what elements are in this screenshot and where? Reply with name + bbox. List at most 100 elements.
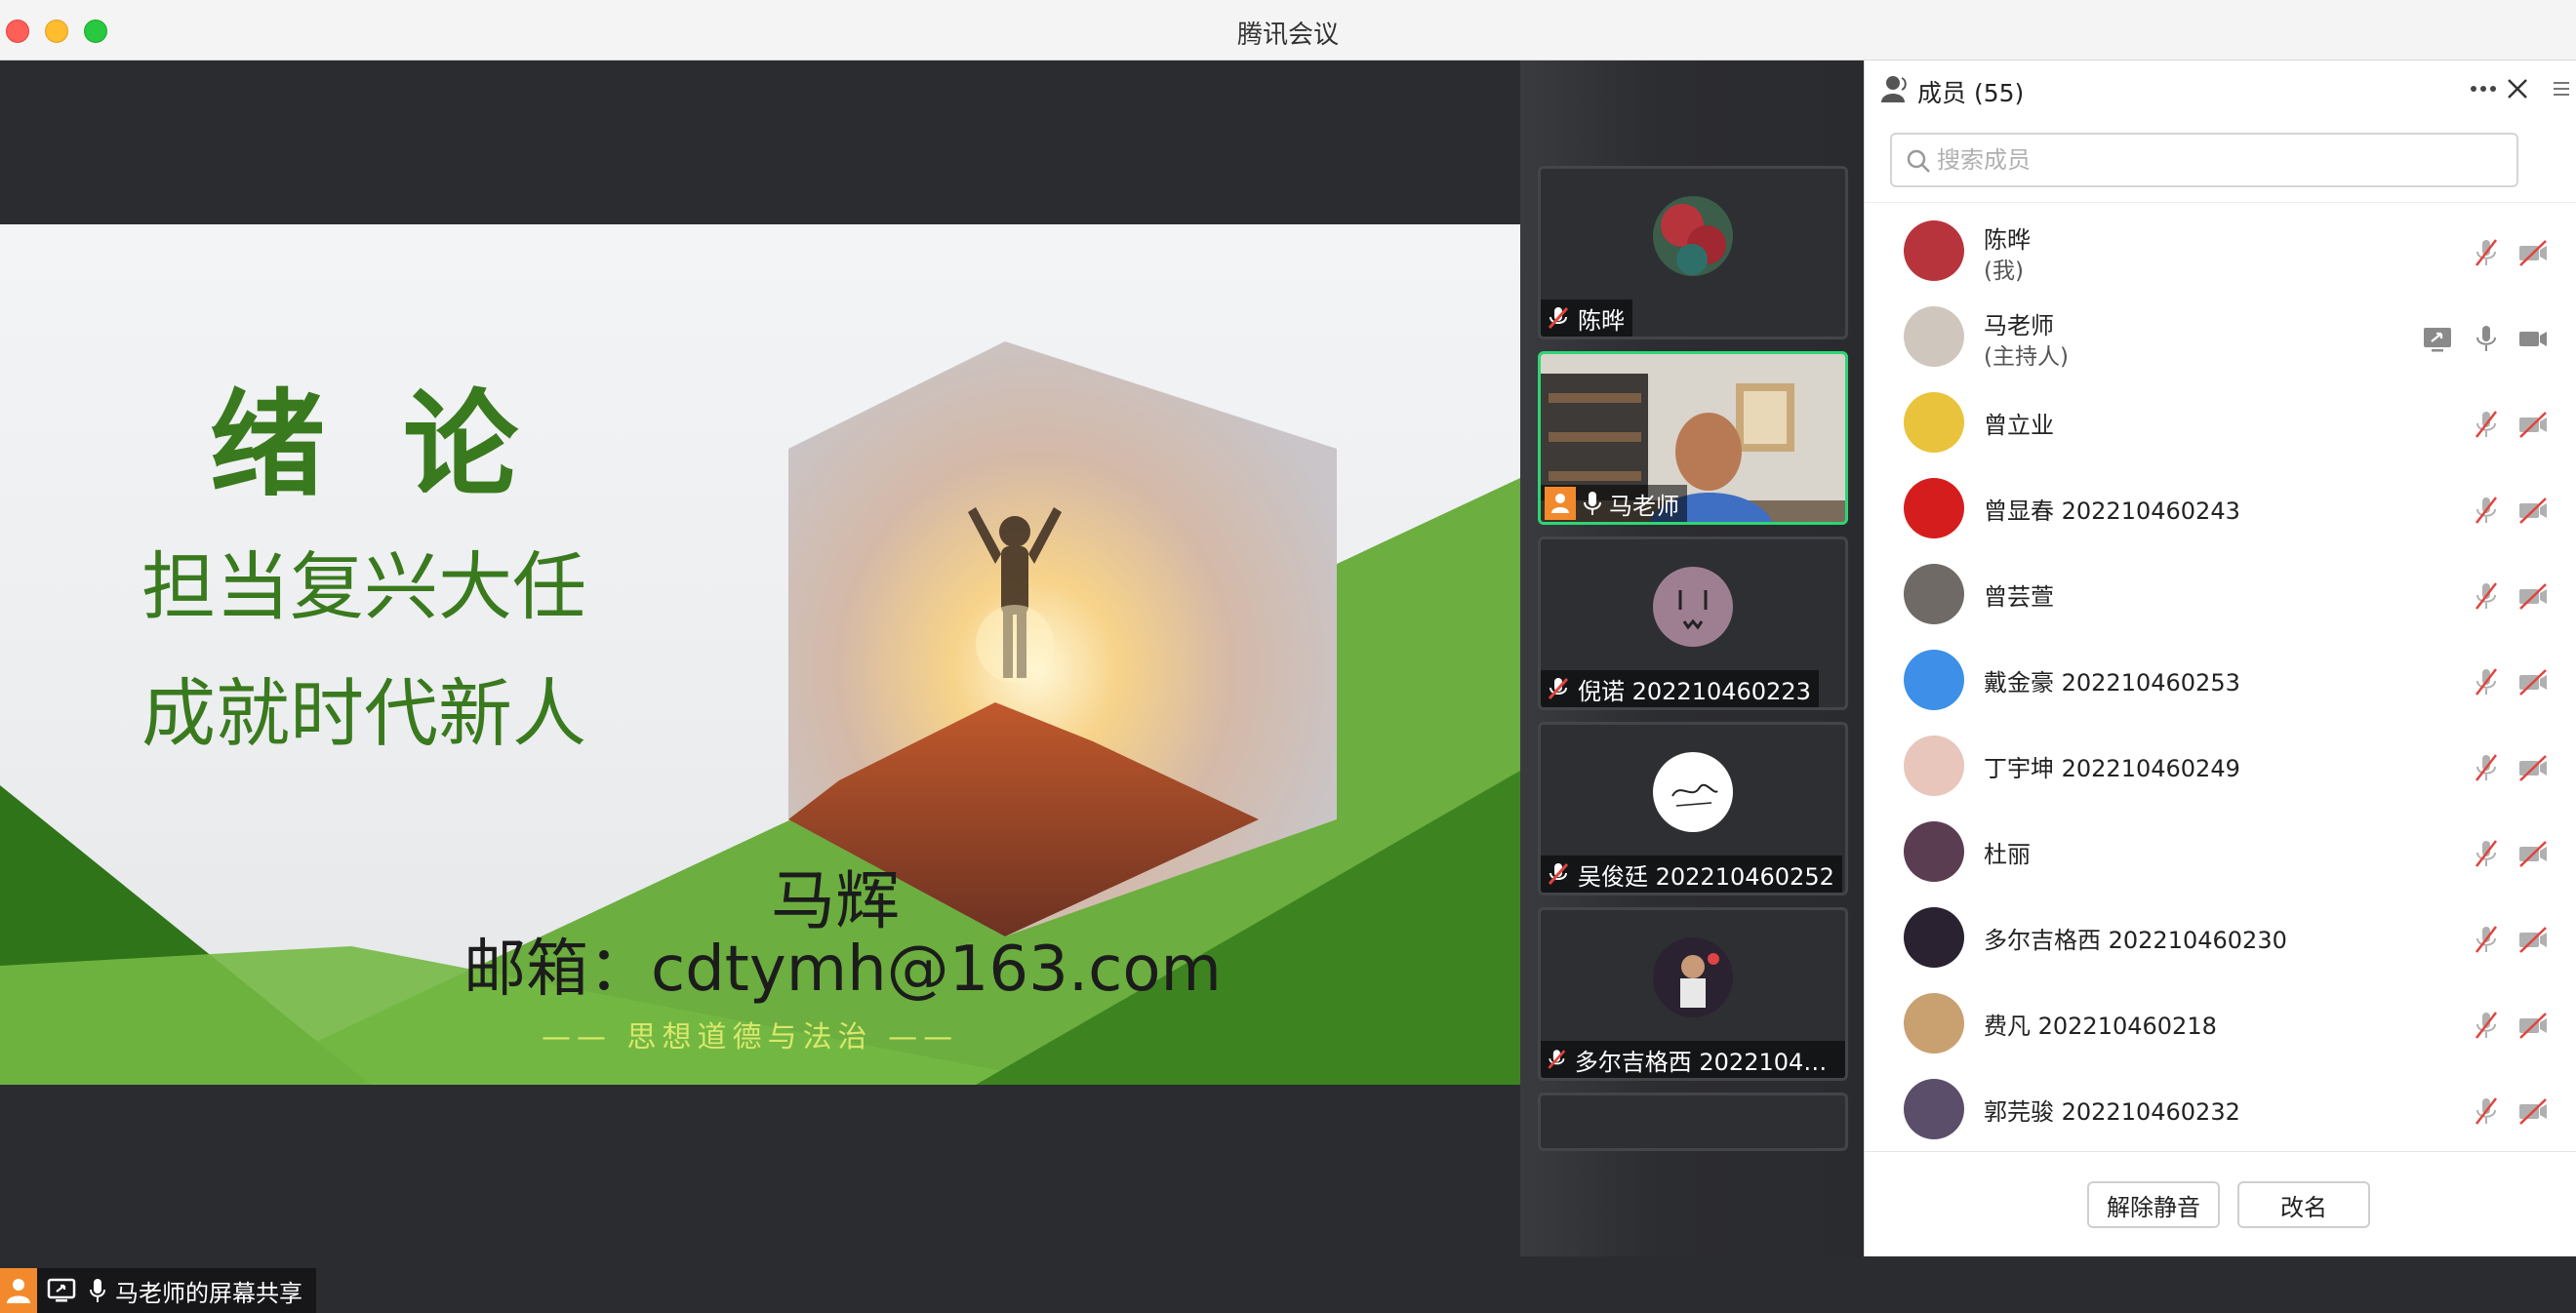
- close-icon[interactable]: [2505, 76, 2530, 101]
- mic-muted-icon[interactable]: [2470, 579, 2503, 613]
- mic-muted-icon[interactable]: [2470, 923, 2503, 956]
- video-tile[interactable]: 倪诺 202210460223: [1538, 537, 1848, 710]
- member-name: 杜丽: [1984, 841, 2031, 868]
- microphone-icon: [1584, 492, 1601, 515]
- avatar: [1653, 567, 1733, 647]
- rename-button[interactable]: 改名: [2237, 1181, 2370, 1228]
- avatar: [1653, 752, 1733, 832]
- avatar: [1904, 564, 1964, 624]
- video-tile-active-speaker[interactable]: 马老师: [1538, 351, 1848, 525]
- member-role: (主持人): [1984, 344, 2069, 370]
- mic-muted-icon[interactable]: [2470, 1094, 2503, 1128]
- more-icon[interactable]: [2470, 82, 2497, 96]
- unmute-button[interactable]: 解除静音: [2087, 1181, 2220, 1228]
- member-row[interactable]: 曾立业: [1865, 380, 2576, 466]
- member-panel-title: 成员 (55): [1917, 79, 2025, 107]
- camera-off-icon[interactable]: [2516, 1094, 2550, 1128]
- search-icon: [1907, 149, 1930, 173]
- video-tile[interactable]: [1538, 1093, 1848, 1151]
- member-role: (我): [1984, 259, 2024, 284]
- video-tile[interactable]: 多尔吉格西 2022104602…: [1538, 907, 1848, 1081]
- app-title: 腾讯会议: [1236, 20, 1339, 50]
- member-row[interactable]: 丁宇坤 202210460249: [1865, 724, 2576, 810]
- member-search-input[interactable]: [1937, 142, 2503, 178]
- avatar: [1904, 306, 1964, 367]
- camera-off-icon[interactable]: [2516, 665, 2550, 698]
- member-icon: [1881, 76, 1907, 102]
- member-name: 曾立业: [1984, 412, 2054, 439]
- slide-subtitle-line2: 成就时代新人: [141, 670, 586, 757]
- screen-share-label: 马老师的屏幕共享: [0, 1268, 316, 1313]
- member-panel-header: 成员 (55): [1865, 60, 2576, 119]
- member-row[interactable]: 郭芫骏 202210460232: [1865, 1067, 2576, 1153]
- screen-share-icon: [47, 1278, 76, 1302]
- mic-muted-icon[interactable]: [2470, 751, 2503, 784]
- video-tile[interactable]: 陈晔: [1538, 166, 1848, 339]
- camera-icon[interactable]: [2516, 322, 2550, 355]
- member-row[interactable]: 曾芸萱: [1865, 552, 2576, 638]
- member-name: 郭芫骏 202210460232: [1984, 1098, 2240, 1126]
- screen-share-icon: [2421, 322, 2454, 355]
- video-tile-label: 陈晔: [1541, 299, 1632, 337]
- camera-off-icon[interactable]: [2516, 236, 2550, 269]
- avatar: [1904, 907, 1964, 968]
- microphone-icon: [90, 1279, 105, 1302]
- member-row[interactable]: 马老师 (主持人): [1865, 295, 2576, 380]
- mic-muted-icon[interactable]: [2470, 1009, 2503, 1042]
- member-name: 曾芸萱: [1984, 583, 2054, 611]
- member-row[interactable]: 曾显春 202210460243: [1865, 466, 2576, 552]
- camera-off-icon[interactable]: [2516, 1009, 2550, 1042]
- mic-muted-icon[interactable]: [2470, 665, 2503, 698]
- member-name: 戴金豪 202210460253: [1984, 669, 2240, 696]
- video-tile-label: 马老师: [1541, 485, 1687, 522]
- shared-slide: 绪论 担当复兴大任 成就时代新人 马辉 邮箱：cdtymh@163.com ——…: [0, 224, 1520, 1085]
- member-name: 马老师: [1984, 312, 2054, 339]
- member-name: 费凡 202210460218: [1984, 1013, 2217, 1040]
- avatar: [1904, 650, 1964, 710]
- microphone-icon[interactable]: [2470, 322, 2503, 355]
- mic-muted-icon: [1548, 862, 1569, 886]
- slide-email: 邮箱：cdtymh@163.com: [463, 934, 1222, 1006]
- user-icon: [0, 1268, 37, 1313]
- member-name: 曾显春 202210460243: [1984, 497, 2240, 525]
- shared-screen-area: 绪论 担当复兴大任 成就时代新人 马辉 邮箱：cdtymh@163.com ——…: [0, 60, 1520, 1313]
- mic-muted-icon: [1548, 1050, 1566, 1069]
- video-tile-label: 倪诺 202210460223: [1541, 670, 1819, 707]
- divider: [1865, 202, 2576, 203]
- avatar: [1653, 196, 1733, 276]
- mic-muted-icon: [1548, 306, 1569, 330]
- avatar: [1904, 478, 1964, 538]
- video-tile-label: 吴俊廷 202210460252: [1541, 855, 1842, 893]
- member-row[interactable]: 陈晔 (我): [1865, 209, 2576, 295]
- camera-off-icon[interactable]: [2516, 579, 2550, 613]
- member-panel-footer: 解除静音 改名: [1865, 1151, 2576, 1256]
- camera-off-icon[interactable]: [2516, 751, 2550, 784]
- mic-muted-icon[interactable]: [2470, 837, 2503, 870]
- camera-off-icon[interactable]: [2516, 837, 2550, 870]
- member-row[interactable]: 多尔吉格西 202210460230: [1865, 895, 2576, 981]
- video-tile[interactable]: 吴俊廷 202210460252: [1538, 722, 1848, 895]
- member-row[interactable]: 杜丽: [1865, 810, 2576, 895]
- avatar: [1904, 220, 1964, 281]
- member-row[interactable]: 戴金豪 202210460253: [1865, 638, 2576, 724]
- avatar: [1904, 1079, 1964, 1139]
- host-icon: [1545, 487, 1576, 520]
- member-name: 多尔吉格西 202210460230: [1984, 927, 2287, 954]
- camera-off-icon[interactable]: [2516, 494, 2550, 527]
- video-strip[interactable]: 陈晔 马老师 倪诺 202210460223 吴俊廷 202210460252 …: [1520, 60, 1864, 1256]
- mic-muted-icon[interactable]: [2470, 236, 2503, 269]
- slide-title: 绪论: [210, 378, 597, 512]
- avatar: [1904, 993, 1964, 1054]
- camera-off-icon[interactable]: [2516, 923, 2550, 956]
- slide-subtitle-line1: 担当复兴大任: [141, 543, 586, 630]
- mic-muted-icon[interactable]: [2470, 494, 2503, 527]
- mic-muted-icon[interactable]: [2470, 408, 2503, 441]
- camera-off-icon[interactable]: [2516, 408, 2550, 441]
- avatar: [1904, 821, 1964, 882]
- menu-icon[interactable]: [2548, 76, 2573, 101]
- screen-share-owner: 马老师的屏幕共享: [115, 1279, 302, 1307]
- member-row[interactable]: 费凡 202210460218: [1865, 981, 2576, 1067]
- avatar: [1904, 736, 1964, 796]
- member-search-box[interactable]: [1890, 133, 2518, 187]
- member-name: 陈晔: [1984, 226, 2031, 254]
